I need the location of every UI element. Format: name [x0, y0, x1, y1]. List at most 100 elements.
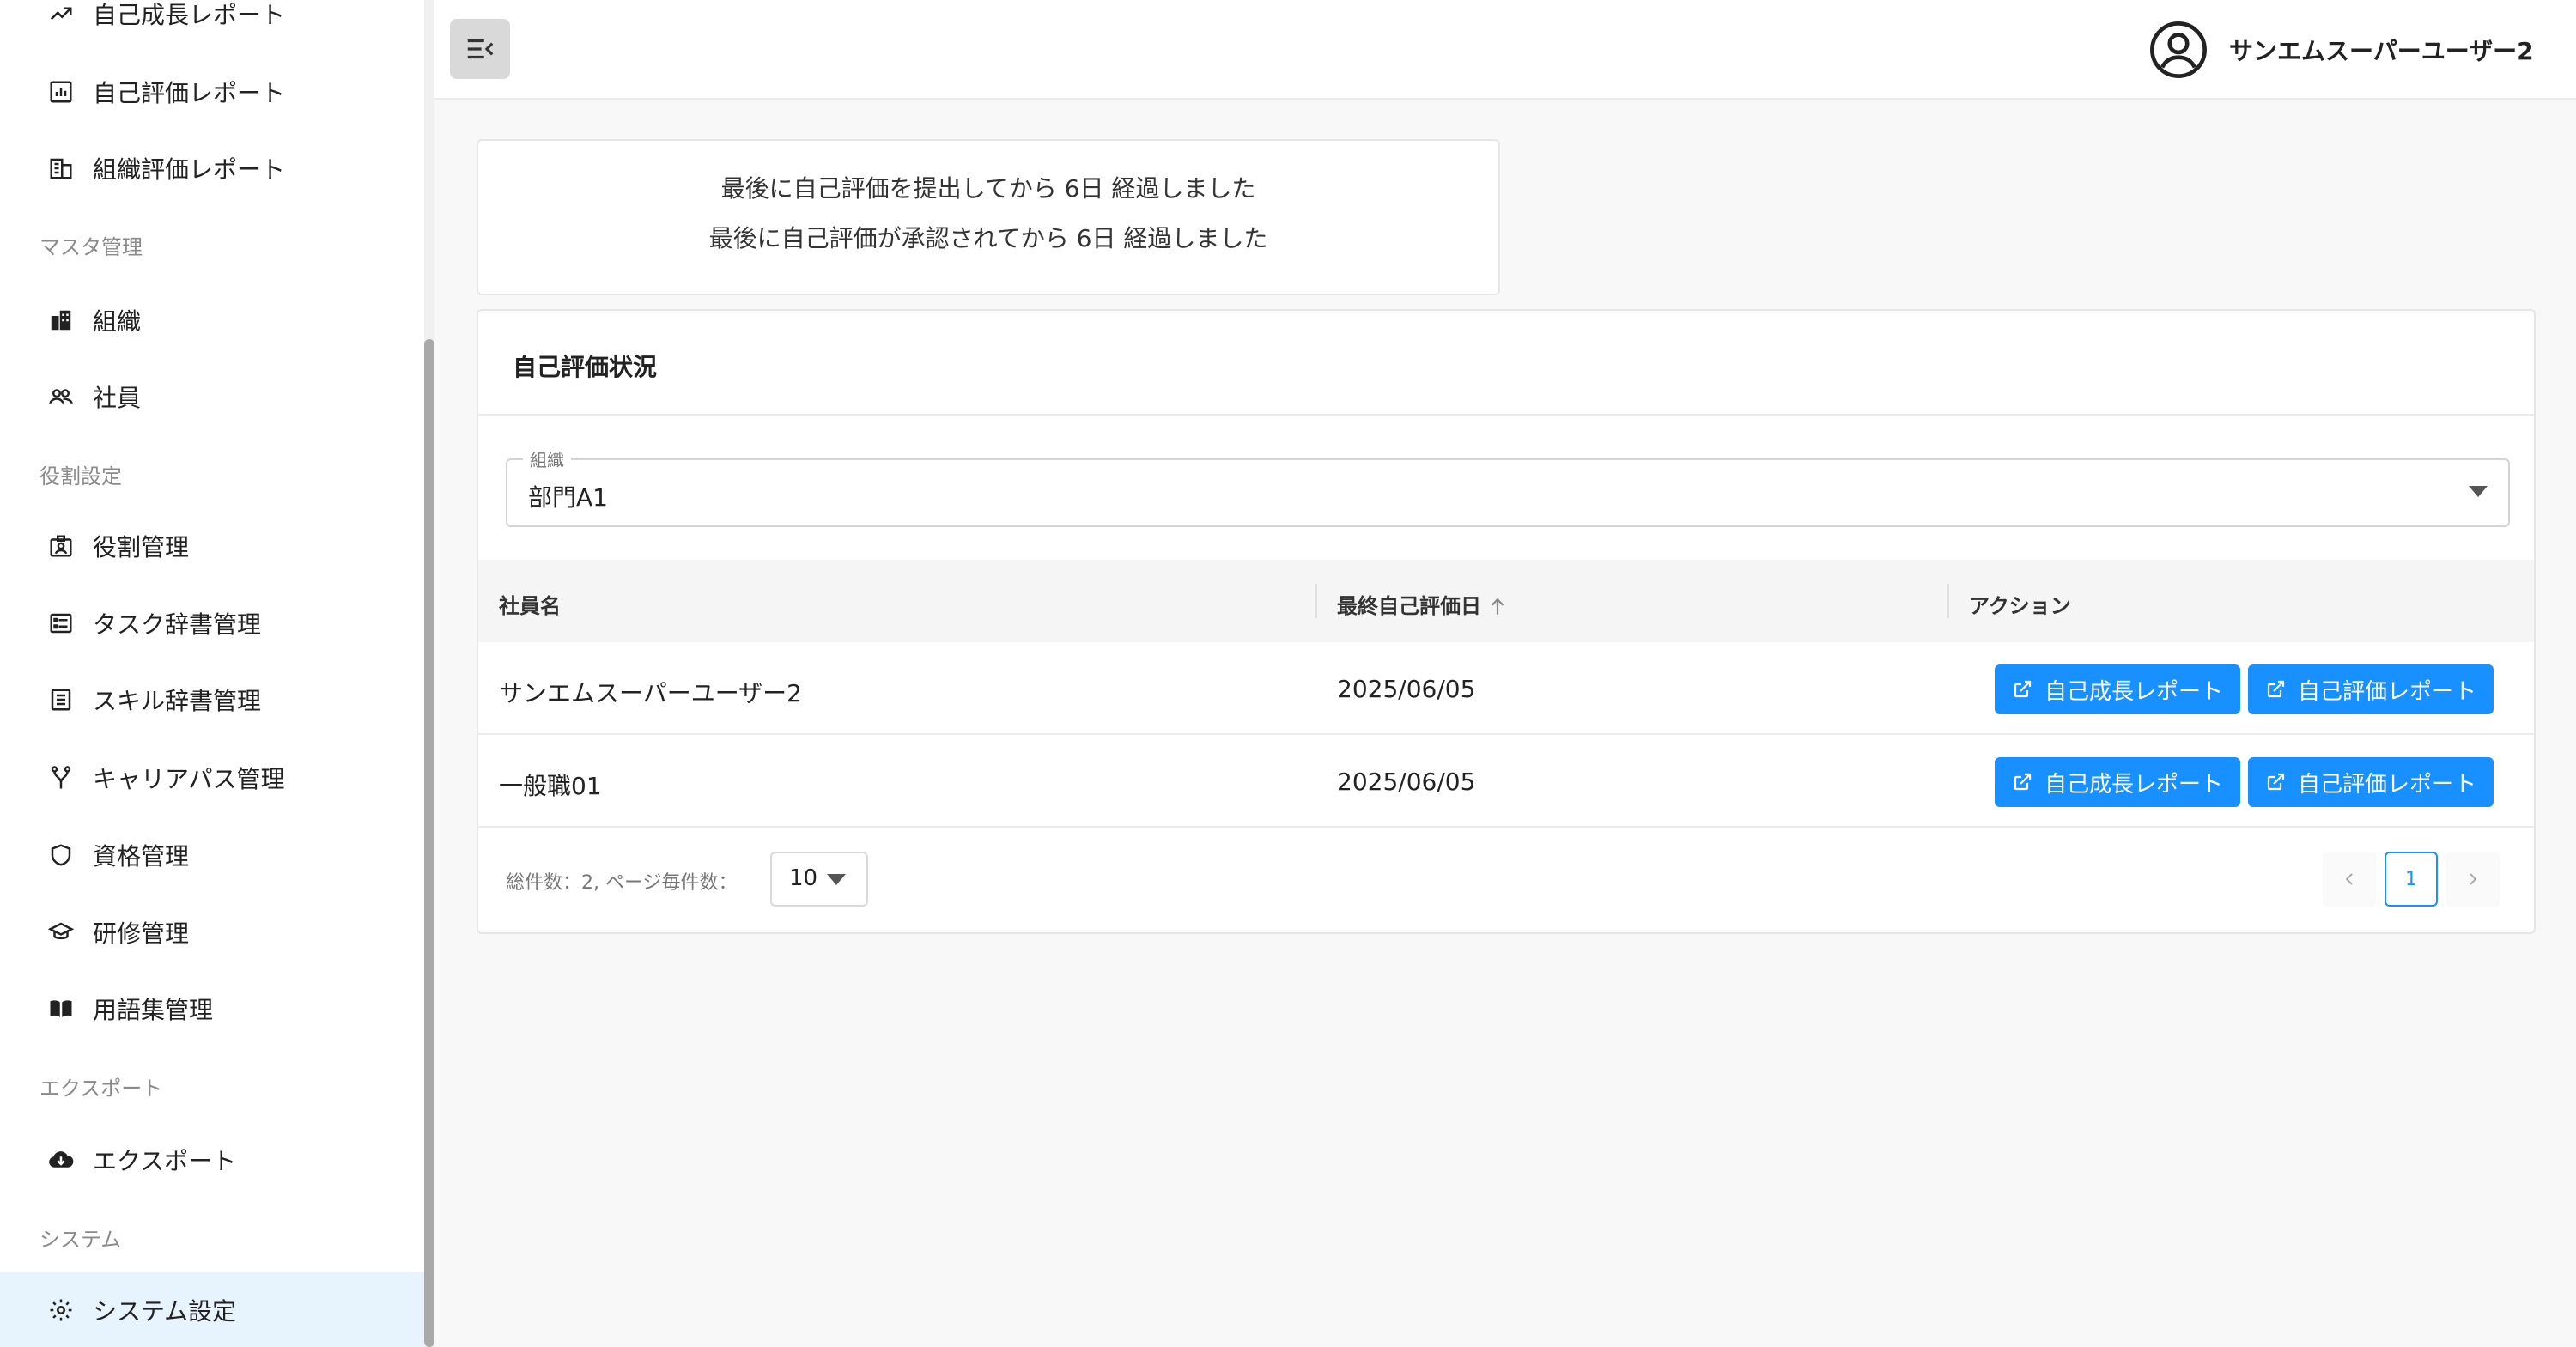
last-eval-date-cell: 2025/06/05 — [1337, 768, 1476, 796]
top-header: サンエムスーパーユーザー2 — [434, 0, 2576, 100]
shield-icon — [46, 840, 76, 870]
organization-select-value: 部門A1 — [528, 483, 608, 512]
pagination-total-text: 総件数：2, ページ毎件数： — [506, 872, 738, 894]
gear-icon — [46, 1295, 76, 1325]
section-label-export: エクスポート — [39, 1077, 163, 1101]
task-list-icon — [46, 609, 76, 638]
sidebar-item-system-settings[interactable]: システム設定 — [0, 1272, 424, 1347]
id-badge-icon — [46, 531, 76, 561]
sidebar-item-skill-dictionary[interactable]: スキル辞書管理 — [0, 662, 424, 737]
sidebar-item-organization[interactable]: 組織 — [0, 282, 424, 358]
user-avatar[interactable] — [2148, 20, 2208, 80]
list-icon — [46, 685, 76, 714]
page-size-select[interactable]: 10 — [770, 852, 868, 907]
self-eval-report-button[interactable]: 自己評価レポート — [2248, 664, 2494, 714]
column-header-employee-name[interactable]: 社員名 — [499, 589, 561, 619]
employee-name-cell: 一般職01 — [499, 772, 602, 800]
sidebar-item-label: タスク辞書管理 — [93, 610, 262, 639]
bar-chart-icon — [46, 77, 76, 106]
user-circle-icon — [2150, 21, 2207, 78]
sidebar-item-task-dictionary[interactable]: タスク辞書管理 — [0, 586, 424, 661]
graduation-cap-icon — [46, 918, 76, 947]
sidebar-item-label: 自己評価レポート — [93, 79, 286, 107]
button-label: 自己評価レポート — [2298, 771, 2477, 798]
sidebar-scrollbar[interactable] — [424, 0, 434, 1347]
card-title: 自己評価状況 — [513, 353, 658, 381]
table-header: 社員名 最終自己評価日 アクション — [478, 560, 2534, 642]
pagination-next-button[interactable] — [2446, 852, 2500, 907]
self-evaluation-status-card: 自己評価状況 組織 部門A1 社員名 最終自己評価日 アクション サンエムスーパ… — [477, 309, 2536, 934]
section-label-system: システム — [39, 1228, 122, 1252]
column-header-last-eval-date[interactable]: 最終自己評価日 — [1337, 589, 1509, 619]
building-icon — [46, 154, 76, 183]
sidebar-item-label: スキル辞書管理 — [93, 687, 262, 715]
column-separator — [1947, 584, 1949, 618]
section-label-roles: 役割設定 — [39, 464, 122, 488]
sidebar-item-label: 組織評価レポート — [93, 155, 286, 184]
sidebar-item-role-management[interactable]: 役割管理 — [0, 508, 424, 584]
sidebar-item-label: エクスポート — [93, 1147, 237, 1175]
sidebar-item-label: システム設定 — [93, 1297, 237, 1326]
employee-name-cell: サンエムスーパーユーザー2 — [499, 679, 802, 707]
sidebar-item-label: 資格管理 — [93, 842, 190, 871]
last-eval-date-cell: 2025/06/05 — [1337, 675, 1476, 703]
column-header-actions: アクション — [1969, 594, 2071, 618]
self-growth-report-button[interactable]: 自己成長レポート — [1995, 664, 2241, 714]
column-separator — [1315, 584, 1317, 618]
external-link-icon — [2014, 680, 2032, 698]
sidebar-item-label: 研修管理 — [93, 919, 190, 948]
self-growth-report-button[interactable]: 自己成長レポート — [1995, 757, 2241, 807]
caret-down-icon — [2469, 486, 2488, 497]
sidebar-item-label: 社員 — [93, 384, 142, 412]
org-buildings-icon — [46, 306, 76, 335]
sidebar-item-career-path[interactable]: キャリアパス管理 — [0, 740, 424, 816]
table-row: 一般職01 2025/06/05 自己成長レポート 自己評価レポート — [478, 735, 2534, 828]
caret-down-icon — [827, 874, 846, 885]
menu-toggle-button[interactable] — [450, 19, 510, 79]
sidebar-item-label: 用語集管理 — [93, 996, 214, 1024]
divider — [478, 414, 2534, 416]
sidebar-item-qualification[interactable]: 資格管理 — [0, 817, 424, 893]
external-link-icon — [2267, 680, 2285, 698]
sidebar: 自己成長レポート 自己評価レポート 組織評価レポート マスタ管理 組織 社員 役… — [0, 0, 424, 1347]
chevron-left-icon — [2345, 873, 2353, 885]
button-label: 自己評価レポート — [2298, 678, 2477, 705]
user-name[interactable]: サンエムスーパーユーザー2 — [2229, 33, 2534, 67]
pagination-prev-button[interactable] — [2323, 852, 2376, 907]
sidebar-item-org-eval-report[interactable]: 組織評価レポート — [0, 130, 424, 206]
pagination-page-button[interactable]: 1 — [2385, 852, 2438, 907]
page-size-value: 10 — [789, 865, 818, 891]
sidebar-item-self-eval-report[interactable]: 自己評価レポート — [0, 54, 424, 130]
sidebar-item-training[interactable]: 研修管理 — [0, 895, 424, 970]
sidebar-item-label: 自己成長レポート — [93, 1, 286, 29]
organization-select-label: 組織 — [523, 446, 571, 471]
chevron-right-icon — [2470, 873, 2477, 885]
organization-select[interactable]: 組織 部門A1 — [506, 446, 2510, 527]
section-label-master: マスタ管理 — [39, 235, 143, 259]
menu-collapse-icon — [467, 39, 494, 59]
branch-icon — [46, 763, 76, 792]
book-icon — [46, 994, 76, 1023]
notice-approved-text: 最後に自己評価が承認されてから 6日 経過しました — [708, 224, 1268, 252]
sidebar-item-employees[interactable]: 社員 — [0, 359, 424, 434]
table-row: サンエムスーパーユーザー2 2025/06/05 自己成長レポート 自己評価レポ… — [478, 642, 2534, 735]
sidebar-item-glossary[interactable]: 用語集管理 — [0, 971, 424, 1047]
self-eval-report-button[interactable]: 自己評価レポート — [2248, 757, 2494, 807]
external-link-icon — [2014, 773, 2032, 791]
sidebar-item-export[interactable]: エクスポート — [0, 1122, 424, 1198]
sidebar-item-label: キャリアパス管理 — [93, 765, 285, 793]
sidebar-item-label: 組織 — [93, 307, 142, 336]
sidebar-scrollbar-thumb[interactable] — [424, 339, 434, 1347]
button-label: 自己成長レポート — [2044, 678, 2224, 705]
column-header-label: 最終自己評価日 — [1337, 594, 1481, 618]
evaluation-notice-card: 最後に自己評価を提出してから 6日 経過しました 最後に自己評価が承認されてから… — [477, 139, 1500, 295]
trend-up-icon — [46, 0, 76, 28]
notice-submitted-text: 最後に自己評価を提出してから 6日 経過しました — [720, 174, 1256, 203]
people-icon — [46, 382, 76, 411]
external-link-icon — [2267, 773, 2285, 791]
sidebar-item-self-growth-report[interactable]: 自己成長レポート — [0, 0, 424, 52]
sidebar-item-label: 役割管理 — [93, 533, 190, 561]
cloud-download-icon — [46, 1145, 76, 1174]
sort-ascending-icon[interactable] — [1486, 596, 1509, 618]
button-label: 自己成長レポート — [2044, 771, 2224, 798]
